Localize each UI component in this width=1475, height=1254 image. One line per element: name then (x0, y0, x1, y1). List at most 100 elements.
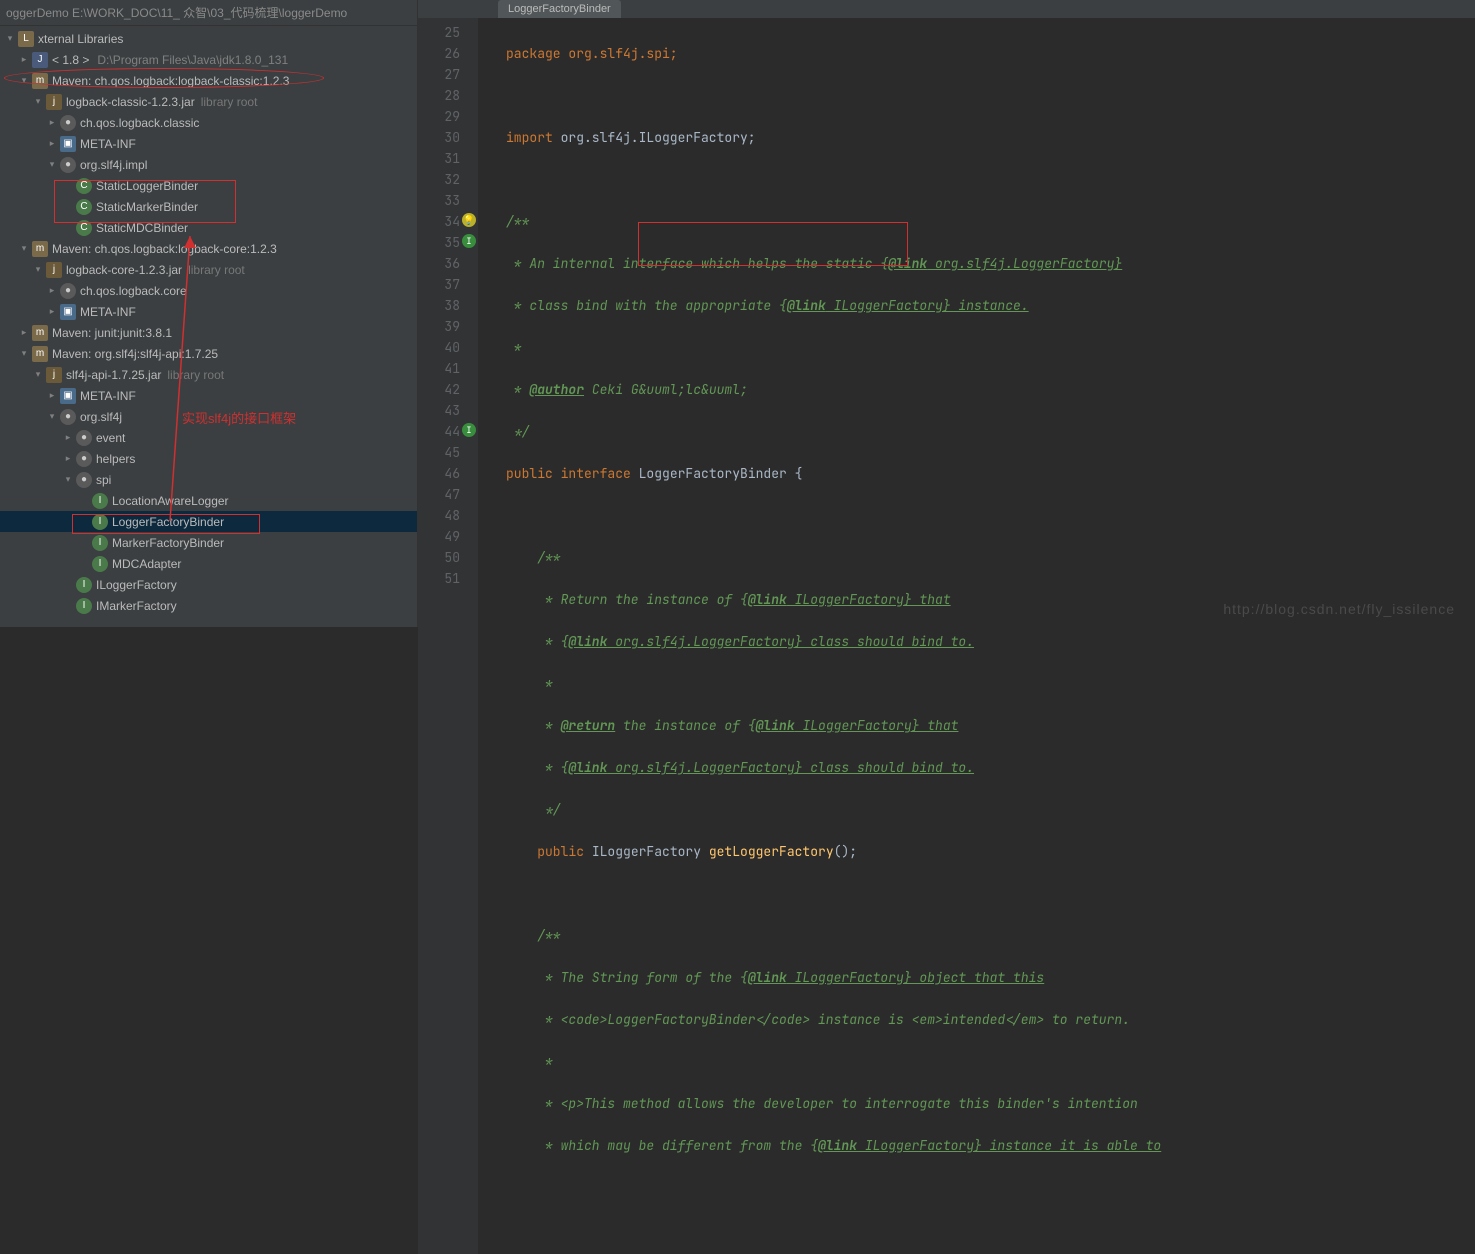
metainf-node[interactable]: ▸ ▣ META-INF (0, 133, 417, 154)
code-token: @return (561, 717, 616, 734)
expand-icon[interactable]: ▸ (46, 117, 58, 129)
code-token: ILoggerFactory} object that this (787, 969, 1044, 986)
expand-icon[interactable]: ▾ (32, 369, 44, 381)
code-token: */ (506, 801, 561, 818)
project-tree-panel[interactable]: oggerDemo E:\WORK_DOC\11_ 众智\03_代码梳理\log… (0, 0, 418, 627)
node-label: Maven: org.slf4j:slf4j-api:1.7.25 (52, 347, 218, 361)
interface-imf-node[interactable]: ▸ I IMarkerFactory (0, 595, 417, 616)
code-token: org.slf4j.LoggerFactory} (927, 255, 1122, 272)
node-label: StaticLoggerBinder (96, 179, 198, 193)
package-icon: ● (76, 451, 92, 467)
expand-icon[interactable]: ▾ (62, 474, 74, 486)
code-token: /** (506, 549, 561, 566)
maven-logback-classic-node[interactable]: ▾ m Maven: ch.qos.logback:logback-classi… (0, 70, 417, 91)
code-token: import (506, 129, 561, 146)
expand-icon[interactable]: ▾ (18, 75, 30, 87)
package-node[interactable]: ▸ ● ch.qos.logback.classic (0, 112, 417, 133)
expand-icon[interactable]: ▸ (62, 432, 74, 444)
maven-junit-node[interactable]: ▸ m Maven: junit:junit:3.8.1 (0, 322, 417, 343)
expand-icon[interactable]: ▸ (18, 327, 30, 339)
folder-icon: ▣ (60, 304, 76, 320)
implemented-icon[interactable]: I (462, 234, 476, 248)
code-token: LoggerFactoryBinder (639, 465, 795, 482)
external-libraries-node[interactable]: ▾ L xternal Libraries (0, 28, 417, 49)
class-node-smb[interactable]: ▸ C StaticMarkerBinder (0, 196, 417, 217)
editor-tabbar[interactable]: LoggerFactoryBinder (418, 0, 1475, 18)
expand-icon[interactable]: ▸ (46, 285, 58, 297)
node-label: ch.qos.logback.core (80, 284, 187, 298)
code-token: * Return the instance of { (506, 591, 748, 608)
expand-icon[interactable]: ▾ (46, 411, 58, 423)
interface-icon: I (92, 535, 108, 551)
project-tree[interactable]: ▾ L xternal Libraries ▸ J < 1.8 > D:\Pro… (0, 26, 417, 616)
folder-icon: ▣ (60, 388, 76, 404)
expand-icon[interactable]: ▾ (32, 264, 44, 276)
expand-icon[interactable]: ▸ (46, 390, 58, 402)
expand-icon[interactable]: ▾ (18, 348, 30, 360)
metainf-core-node[interactable]: ▸ ▣ META-INF (0, 301, 417, 322)
node-label: META-INF (80, 305, 136, 319)
code-token: public (506, 843, 592, 860)
expand-icon[interactable]: ▸ (18, 54, 30, 66)
node-label: spi (96, 473, 111, 487)
code-content[interactable]: package org.slf4j.spi; import org.slf4j.… (478, 18, 1475, 1254)
class-node-smdcb[interactable]: ▸ C StaticMDCBinder (0, 217, 417, 238)
jar-node-core[interactable]: ▾ j logback-core-1.2.3.jar library root (0, 259, 417, 280)
line-number-gutter: 2526272829 30313233 34💡 35I 363738394041… (418, 18, 478, 1254)
expand-icon[interactable]: ▸ (62, 453, 74, 465)
interface-lal-node[interactable]: ▸ I LocationAwareLogger (0, 490, 417, 511)
package-impl-node[interactable]: ▾ ● org.slf4j.impl (0, 154, 417, 175)
expand-icon[interactable]: ▾ (46, 159, 58, 171)
expand-icon[interactable]: ▸ (46, 138, 58, 150)
node-label: logback-core-1.2.3.jar (66, 263, 182, 277)
node-label: ch.qos.logback.classic (80, 116, 199, 130)
code-token: * The String form of the { (506, 969, 748, 986)
interface-lfb-node[interactable]: ▸ I LoggerFactoryBinder (0, 511, 417, 532)
code-token: ILoggerFactory} that (787, 591, 951, 608)
node-label: LocationAwareLogger (112, 494, 229, 508)
expand-icon[interactable]: ▾ (4, 33, 16, 45)
code-token: ILoggerFactory (592, 843, 709, 860)
jar-node[interactable]: ▾ j logback-classic-1.2.3.jar library ro… (0, 91, 417, 112)
code-token: * (506, 675, 553, 692)
node-label: MarkerFactoryBinder (112, 536, 224, 550)
code-token: { (795, 465, 803, 482)
code-area[interactable]: 2526272829 30313233 34💡 35I 363738394041… (418, 18, 1475, 1254)
maven-slf4j-node[interactable]: ▾ m Maven: org.slf4j:slf4j-api:1.7.25 (0, 343, 417, 364)
expand-icon[interactable]: ▾ (32, 96, 44, 108)
package-spi-node[interactable]: ▾ ● spi (0, 469, 417, 490)
jar-slf4j-node[interactable]: ▾ j slf4j-api-1.7.25.jar library root (0, 364, 417, 385)
interface-ilf-node[interactable]: ▸ I ILoggerFactory (0, 574, 417, 595)
editor-panel[interactable]: LoggerFactoryBinder 2526272829 30313233 … (418, 0, 1475, 627)
code-token: org.slf4j.LoggerFactory} class should bi… (607, 759, 974, 776)
intention-bulb-icon[interactable]: 💡 (462, 213, 476, 227)
expand-icon[interactable]: ▸ (46, 306, 58, 318)
node-label: org.slf4j.impl (80, 158, 147, 172)
package-helpers-node[interactable]: ▸ ● helpers (0, 448, 417, 469)
node-label: org.slf4j (80, 410, 122, 424)
code-token: org.slf4j.LoggerFactory} class should bi… (607, 633, 974, 650)
jdk-node[interactable]: ▸ J < 1.8 > D:\Program Files\Java\jdk1.8… (0, 49, 417, 70)
breadcrumb-tab[interactable]: LoggerFactoryBinder (498, 0, 621, 18)
package-icon: ● (76, 472, 92, 488)
class-node-slb[interactable]: ▸ C StaticLoggerBinder (0, 175, 417, 196)
code-token: * { (506, 759, 568, 776)
code-token: public (506, 465, 561, 482)
package-core-node[interactable]: ▸ ● ch.qos.logback.core (0, 280, 417, 301)
interface-mdca-node[interactable]: ▸ I MDCAdapter (0, 553, 417, 574)
node-suffix: library root (188, 263, 245, 277)
expand-icon[interactable]: ▾ (18, 243, 30, 255)
package-icon: ● (60, 283, 76, 299)
implemented-icon[interactable]: I (462, 423, 476, 437)
interface-icon: I (76, 577, 92, 593)
node-label: helpers (96, 452, 135, 466)
package-icon: ● (76, 430, 92, 446)
interface-mfb-node[interactable]: ▸ I MarkerFactoryBinder (0, 532, 417, 553)
package-event-node[interactable]: ▸ ● event (0, 427, 417, 448)
metainf-slf4j-node[interactable]: ▸ ▣ META-INF (0, 385, 417, 406)
jar-icon: j (46, 262, 62, 278)
node-label: StaticMarkerBinder (96, 200, 198, 214)
interface-icon: I (92, 556, 108, 572)
watermark: http://blog.csdn.net/fly_issilence (1223, 601, 1455, 617)
maven-logback-core-node[interactable]: ▾ m Maven: ch.qos.logback:logback-core:1… (0, 238, 417, 259)
